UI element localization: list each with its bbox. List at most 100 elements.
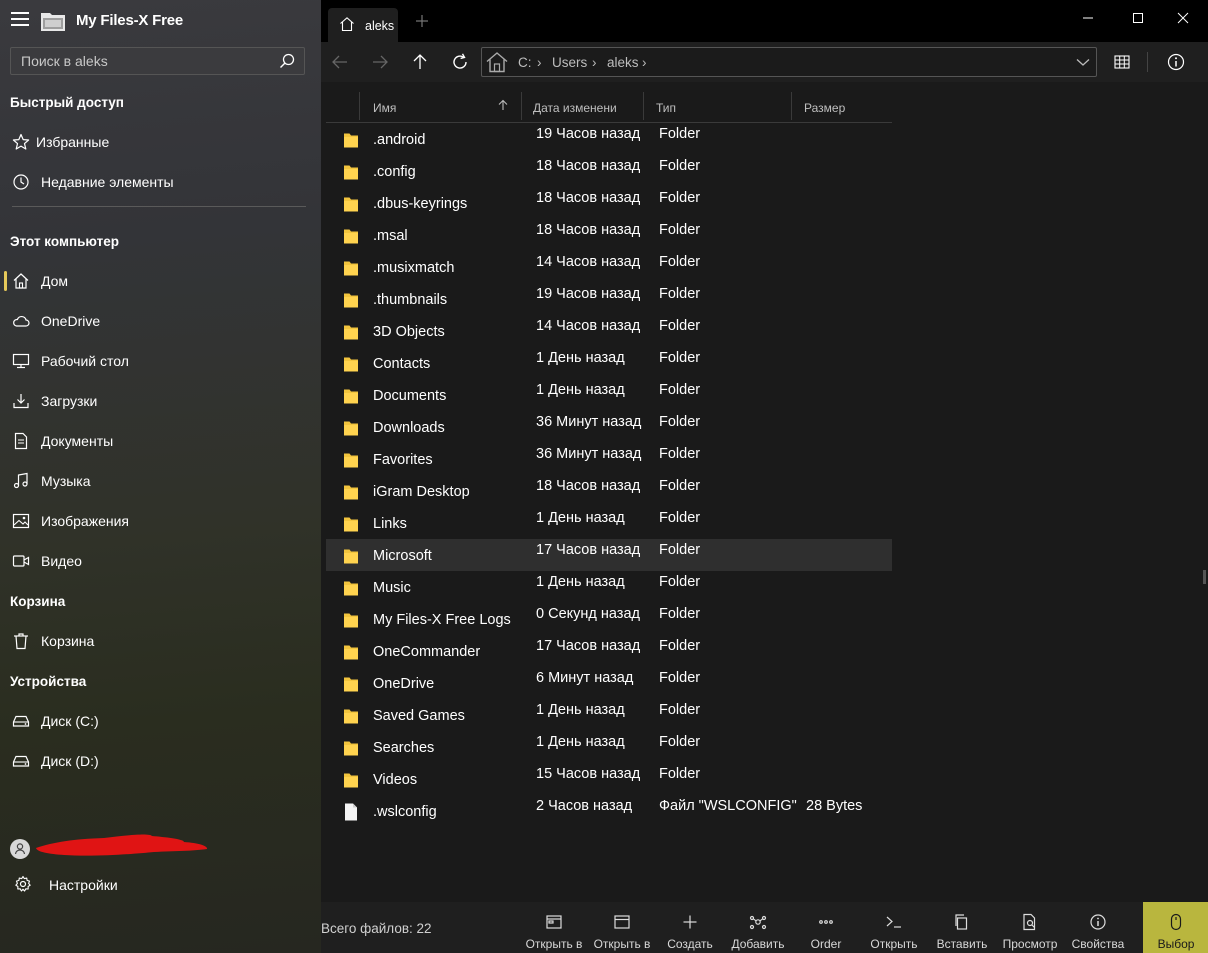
more-icon: [819, 920, 833, 924]
column-separator: [359, 92, 360, 120]
close-icon[interactable]: [1173, 8, 1193, 28]
breadcrumb-separator: ›: [537, 55, 542, 70]
table-row[interactable]: .musixmatch 14 Часов назад Folder: [326, 251, 892, 283]
command-button[interactable]: Вставить: [929, 902, 995, 953]
info-icon[interactable]: [1166, 52, 1186, 72]
table-row[interactable]: Saved Games 1 День назад Folder: [326, 699, 892, 731]
sidebar-item-recycle-bin[interactable]: Корзина: [0, 623, 321, 659]
tab-aleks[interactable]: aleks: [328, 8, 398, 42]
table-row[interactable]: Searches 1 День назад Folder: [326, 731, 892, 763]
table-row[interactable]: Videos 15 Часов назад Folder: [326, 763, 892, 795]
command-label: Добавить: [731, 937, 785, 951]
address-bar[interactable]: C: › Users › aleks ›: [481, 47, 1097, 77]
file-type: Folder: [659, 574, 701, 590]
command-button[interactable]: Выбор: [1143, 902, 1208, 953]
table-row[interactable]: Documents 1 День назад Folder: [326, 379, 892, 411]
hamburger-menu-icon[interactable]: [11, 12, 29, 26]
table-row[interactable]: Music 1 День назад Folder: [326, 571, 892, 603]
add-tab-icon[interactable]: [415, 14, 429, 28]
file-date: 6 Минут назад: [536, 670, 634, 686]
sidebar-item-favorites[interactable]: Избранные: [0, 124, 321, 160]
search-icon[interactable]: [279, 53, 295, 69]
sidebar-item-music[interactable]: Музыка: [0, 463, 321, 499]
table-row[interactable]: .msal 18 Часов назад Folder: [326, 219, 892, 251]
sidebar-item-pictures[interactable]: Изображения: [0, 503, 321, 539]
breadcrumb-users[interactable]: Users: [552, 55, 587, 70]
file-date: 36 Минут назад: [536, 414, 642, 430]
table-row[interactable]: Links 1 День назад Folder: [326, 507, 892, 539]
command-button[interactable]: Просмотр: [997, 902, 1063, 953]
table-row[interactable]: iGram Desktop 18 Часов назад Folder: [326, 475, 892, 507]
sort-ascending-icon[interactable]: [497, 99, 509, 111]
command-button[interactable]: Добавить: [725, 902, 791, 953]
command-button[interactable]: Свойства: [1065, 902, 1131, 953]
sidebar-item-drive-c[interactable]: Диск (C:): [0, 703, 321, 739]
file-name: Searches: [373, 740, 435, 756]
back-icon[interactable]: [330, 52, 350, 72]
table-row[interactable]: .android 19 Часов назад Folder: [326, 123, 892, 155]
sidebar-item-drive-d[interactable]: Диск (D:): [0, 743, 321, 779]
command-button[interactable]: Order: [793, 902, 859, 953]
sidebar-item-desktop[interactable]: Рабочий стол: [0, 343, 321, 379]
table-row[interactable]: .config 18 Часов назад Folder: [326, 155, 892, 187]
scrollbar-thumb[interactable]: [1203, 570, 1206, 584]
file-name: OneCommander: [373, 644, 481, 660]
table-row[interactable]: 3D Objects 14 Часов назад Folder: [326, 315, 892, 347]
file-date: 18 Часов назад: [536, 222, 641, 238]
music-icon: [13, 472, 28, 489]
sidebar-item-recent[interactable]: Недавние элементы: [0, 164, 321, 200]
command-button[interactable]: Открыть в: [521, 902, 587, 953]
file-date: 17 Часов назад: [536, 542, 641, 558]
folder-icon: [343, 579, 359, 597]
forward-icon[interactable]: [370, 52, 390, 72]
section-devices: Устройства: [10, 674, 87, 689]
breadcrumb-separator: ›: [592, 55, 597, 70]
table-row[interactable]: OneCommander 17 Часов назад Folder: [326, 635, 892, 667]
sidebar-item-home[interactable]: Дом: [0, 263, 321, 299]
file-date: 1 День назад: [536, 574, 625, 590]
file-date: 1 День назад: [536, 702, 625, 718]
table-row[interactable]: Microsoft 17 Часов назад Folder: [326, 539, 892, 571]
breadcrumb-aleks[interactable]: aleks: [607, 55, 639, 70]
up-icon[interactable]: [410, 52, 430, 72]
command-button[interactable]: Создать: [657, 902, 723, 953]
folder-icon: [343, 739, 359, 757]
table-row[interactable]: .dbus-keyrings 18 Часов назад Folder: [326, 187, 892, 219]
table-row[interactable]: Downloads 36 Минут назад Folder: [326, 411, 892, 443]
sidebar-item-label: Музыка: [41, 473, 91, 489]
sidebar-item-onedrive[interactable]: OneDrive: [0, 303, 321, 339]
table-row[interactable]: Contacts 1 День назад Folder: [326, 347, 892, 379]
table-row[interactable]: Favorites 36 Минут назад Folder: [326, 443, 892, 475]
sidebar-item-downloads[interactable]: Загрузки: [0, 383, 321, 419]
file-type: Folder: [659, 478, 701, 494]
chevron-down-icon[interactable]: [1076, 56, 1090, 68]
settings-button[interactable]: Настройки: [0, 866, 321, 902]
search-input[interactable]: [11, 48, 273, 74]
table-row[interactable]: .wslconfig 2 Часов назад Файл "WSLCONFIG" 2…: [326, 795, 892, 827]
sidebar-item-label: Корзина: [41, 633, 95, 649]
refresh-icon[interactable]: [450, 52, 470, 72]
table-row[interactable]: My Files-X Free Logs 0 Секунд назад Folder: [326, 603, 892, 635]
sidebar-divider: [12, 206, 306, 207]
sidebar-item-documents[interactable]: Документы: [0, 423, 321, 459]
breadcrumb-c[interactable]: C:: [518, 55, 532, 70]
minimize-icon[interactable]: [1078, 8, 1098, 28]
app-title: My Files-X Free: [76, 12, 184, 29]
folder-icon: [343, 643, 359, 661]
home-icon[interactable]: [485, 51, 509, 73]
avatar[interactable]: [10, 839, 30, 859]
table-row[interactable]: .thumbnails 19 Часов назад Folder: [326, 283, 892, 315]
terminal-icon: [886, 916, 901, 928]
file-name: OneDrive: [373, 676, 435, 692]
command-button[interactable]: Открыть в: [589, 902, 655, 953]
file-type: Folder: [659, 222, 701, 238]
grid-view-icon[interactable]: [1112, 52, 1132, 72]
table-row[interactable]: OneDrive 6 Минут назад Folder: [326, 667, 892, 699]
sidebar-item-videos[interactable]: Видео: [0, 543, 321, 579]
maximize-icon[interactable]: [1128, 8, 1148, 28]
file-date: 18 Часов назад: [536, 478, 641, 494]
folder-icon: [343, 771, 359, 789]
search-box[interactable]: [10, 47, 305, 75]
file-date: 14 Часов назад: [536, 254, 641, 270]
command-button[interactable]: Открыть: [861, 902, 927, 953]
